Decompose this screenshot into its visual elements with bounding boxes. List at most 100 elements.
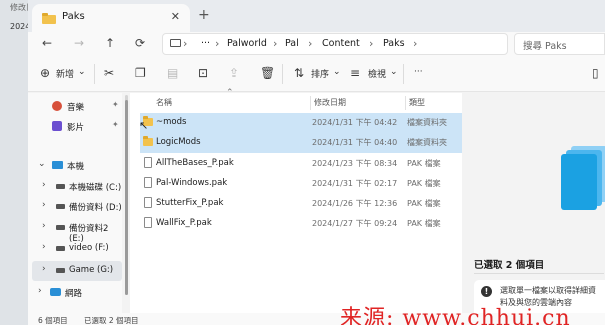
column-header-name[interactable]: 名稱 bbox=[156, 97, 172, 108]
cut-icon[interactable]: ✂ bbox=[104, 66, 114, 80]
sidebar-item-drive-c[interactable]: › 本機磁碟 (C:) bbox=[28, 177, 122, 197]
view-button[interactable]: 檢視 bbox=[368, 67, 386, 80]
sidebar-item-label: 影片 bbox=[67, 123, 85, 133]
paste-icon[interactable]: ▤ bbox=[167, 66, 178, 80]
network-icon bbox=[50, 288, 61, 296]
sidebar-item-drive-f[interactable]: › video (F:) bbox=[28, 239, 122, 259]
mouse-cursor-icon: ↖ bbox=[139, 119, 149, 132]
file-type: PAK 檔案 bbox=[407, 159, 441, 168]
rename-icon[interactable]: ⊡ bbox=[198, 66, 208, 80]
chevron-right-icon[interactable]: › bbox=[42, 180, 46, 190]
file-icon bbox=[144, 177, 152, 188]
sort-dropdown-chevron-icon[interactable]: ⌄ bbox=[333, 67, 341, 77]
new-tab-button[interactable]: + bbox=[198, 7, 210, 23]
sort-indicator-icon: ⌃ bbox=[226, 88, 234, 98]
close-tab-icon[interactable]: ✕ bbox=[171, 10, 180, 23]
search-input[interactable]: 搜尋 Paks bbox=[514, 33, 605, 55]
sidebar-item-drive-g[interactable]: › Game (G:) bbox=[32, 261, 122, 281]
chevron-right-icon[interactable]: › bbox=[38, 286, 42, 296]
chevron-right-icon[interactable]: › bbox=[42, 221, 46, 231]
breadcrumb-pal[interactable]: Pal bbox=[285, 38, 299, 49]
list-item[interactable]: ~mods 2024/1/31 下午 04:42 檔案資料夾 bbox=[140, 113, 462, 133]
sidebar-item-label: 本機 bbox=[67, 162, 85, 172]
drive-icon bbox=[56, 204, 65, 209]
sidebar-item-network[interactable]: › 網路 bbox=[28, 283, 122, 303]
folder-icon bbox=[143, 136, 153, 146]
breadcrumb-content[interactable]: Content bbox=[322, 38, 360, 49]
sidebar-item-videos[interactable]: 影片 ✦ bbox=[36, 117, 122, 137]
sidebar-item-drive-d[interactable]: › 備份資料 (D:) bbox=[28, 197, 122, 217]
breadcrumb-palworld[interactable]: Palworld bbox=[227, 38, 267, 49]
list-item[interactable]: AllTheBases_P.pak 2024/1/23 下午 08:34 PAK… bbox=[140, 154, 462, 174]
details-divider bbox=[474, 273, 604, 274]
file-date: 2024/1/23 下午 08:34 bbox=[312, 159, 398, 168]
selection-count-title: 已選取 2 個項目 bbox=[474, 260, 545, 271]
back-arrow-icon[interactable]: ← bbox=[42, 36, 52, 50]
selected-count: 已選取 2 個項目 bbox=[84, 316, 139, 325]
details-pane: 已選取 2 個項目 ! 選取單一檔案以取得詳細資 料及與您的雲端內容 bbox=[462, 93, 605, 325]
breadcrumb-paks[interactable]: Paks bbox=[383, 38, 405, 49]
new-dropdown-chevron-icon[interactable]: ⌄ bbox=[78, 67, 86, 77]
chevron-right-icon[interactable]: › bbox=[42, 200, 46, 210]
file-date: 2024/1/26 下午 12:36 bbox=[312, 199, 398, 208]
list-item[interactable]: LogicMods 2024/1/31 下午 04:40 檔案資料夾 bbox=[140, 133, 462, 153]
pin-icon[interactable]: ✦ bbox=[112, 120, 119, 129]
info-icon: ! bbox=[481, 286, 492, 297]
breadcrumb-more[interactable]: ··· bbox=[201, 38, 210, 49]
tab-title: Paks bbox=[62, 11, 85, 22]
details-pane-icon[interactable]: ▯ bbox=[592, 66, 599, 80]
file-date: 2024/1/31 下午 04:40 bbox=[312, 138, 398, 147]
drive-icon bbox=[56, 184, 65, 189]
list-item[interactable]: Pal-Windows.pak 2024/1/31 下午 02:17 PAK 檔… bbox=[140, 174, 462, 194]
sidebar-item-label: 本機磁碟 (C:) bbox=[69, 183, 122, 193]
multiple-items-icon bbox=[561, 146, 605, 210]
share-icon[interactable]: ⇪ bbox=[229, 66, 239, 80]
delete-icon[interactable]: 🗑 bbox=[260, 66, 275, 80]
forward-arrow-icon[interactable]: → bbox=[74, 36, 84, 50]
column-header-type[interactable]: 類型 bbox=[409, 97, 425, 108]
command-bar: ⊕ 新增 ⌄ ✂ ❐ ▤ ⊡ ⇪ 🗑 ⇅ 排序 ⌄ ≡ 檢視 ⌄ ··· ▯ bbox=[28, 56, 605, 92]
new-button[interactable]: 新增 bbox=[56, 67, 74, 80]
copy-icon[interactable]: ❐ bbox=[135, 66, 146, 80]
computer-icon bbox=[170, 39, 181, 47]
address-path-box[interactable]: › ··· › Palworld › Pal › Content › Paks … bbox=[162, 33, 508, 55]
file-date: 2024/1/27 下午 09:24 bbox=[312, 219, 398, 228]
sidebar-item-music[interactable]: 音樂 ✦ bbox=[36, 97, 122, 117]
up-arrow-icon[interactable]: ↑ bbox=[105, 36, 115, 50]
file-date: 2024/1/31 下午 02:17 bbox=[312, 179, 398, 188]
new-plus-icon[interactable]: ⊕ bbox=[40, 66, 50, 80]
tab-bar: Paks ✕ + bbox=[28, 0, 605, 32]
chevron-down-icon[interactable]: ⌄ bbox=[38, 159, 46, 169]
more-options-button[interactable]: ··· bbox=[414, 67, 423, 77]
sidebar-item-this-pc[interactable]: ⌄ 本機 bbox=[28, 156, 122, 176]
file-name: Pal-Windows.pak bbox=[156, 178, 228, 188]
file-type: 檔案資料夾 bbox=[407, 118, 447, 127]
file-name: StutterFix_P.pak bbox=[156, 198, 224, 208]
item-count: 6 個項目 bbox=[38, 316, 68, 325]
address-bar-row: ← → ↑ ⟳ › ··· › Palworld › Pal › Content… bbox=[28, 32, 605, 56]
file-icon bbox=[144, 157, 152, 168]
details-info-line: 選取單一檔案以取得詳細資 bbox=[500, 286, 596, 295]
tab-paks[interactable]: Paks ✕ bbox=[32, 4, 190, 32]
view-icon[interactable]: ≡ bbox=[350, 66, 360, 80]
sort-button[interactable]: 排序 bbox=[311, 67, 329, 80]
view-dropdown-chevron-icon[interactable]: ⌄ bbox=[390, 67, 398, 77]
refresh-icon[interactable]: ⟳ bbox=[135, 36, 145, 50]
sidebar-item-label: 備份資料 (D:) bbox=[69, 203, 122, 213]
file-date: 2024/1/31 下午 04:42 bbox=[312, 118, 398, 127]
sidebar-item-drive-e[interactable]: › 備份資料2 (E:) bbox=[28, 218, 122, 244]
column-header-date[interactable]: 修改日期 bbox=[314, 97, 346, 108]
list-item[interactable]: StutterFix_P.pak 2024/1/26 下午 12:36 PAK … bbox=[140, 194, 462, 214]
file-type: PAK 檔案 bbox=[407, 219, 441, 228]
file-type: 檔案資料夾 bbox=[407, 138, 447, 147]
sidebar-scrollbar-thumb[interactable] bbox=[125, 100, 128, 295]
sort-icon[interactable]: ⇅ bbox=[294, 66, 304, 80]
file-type: PAK 檔案 bbox=[407, 179, 441, 188]
list-item[interactable]: WallFix_P.pak 2024/1/27 下午 09:24 PAK 檔案 bbox=[140, 214, 462, 234]
drive-icon bbox=[56, 246, 65, 251]
chevron-right-icon[interactable]: › bbox=[42, 264, 46, 274]
chevron-right-icon[interactable]: › bbox=[42, 242, 46, 252]
folder-icon bbox=[42, 13, 56, 24]
pin-icon[interactable]: ✦ bbox=[112, 100, 119, 109]
file-name: WallFix_P.pak bbox=[156, 218, 212, 228]
